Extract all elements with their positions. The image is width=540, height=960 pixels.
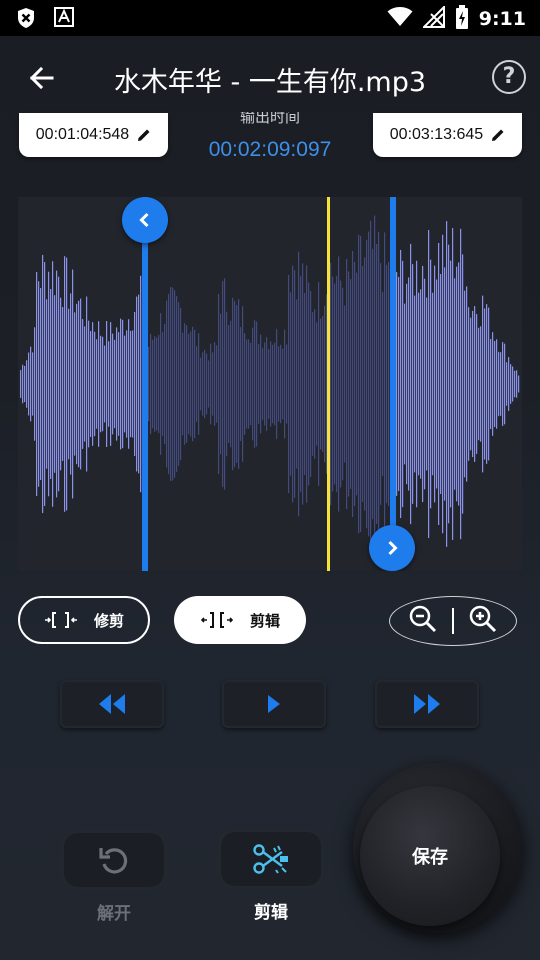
rewind-button[interactable] bbox=[60, 680, 164, 728]
zoom-controls bbox=[389, 596, 517, 646]
output-time-label: 输出时间 bbox=[239, 112, 300, 126]
clock: 9:11 bbox=[478, 8, 526, 30]
start-time-field[interactable]: 00:01:04:548 bbox=[19, 113, 168, 157]
pencil-icon bbox=[492, 129, 504, 141]
end-time-value: 00:03:13:645 bbox=[389, 126, 484, 143]
waveform bbox=[20, 215, 520, 553]
battery-charging-icon bbox=[455, 5, 469, 33]
app-bar: 水木年华 - 一生有你.mp3 ? bbox=[0, 36, 540, 120]
undo-tool[interactable]: 解开 bbox=[62, 833, 166, 924]
trim-mode-button[interactable]: 修剪 bbox=[18, 596, 150, 644]
cut-icon bbox=[200, 612, 234, 628]
trim-mode-label: 修剪 bbox=[93, 611, 124, 630]
cut-tool-label: 剪辑 bbox=[254, 903, 288, 923]
playhead[interactable] bbox=[327, 197, 330, 571]
start-handle-line[interactable] bbox=[142, 197, 148, 571]
play-button[interactable] bbox=[222, 680, 326, 728]
start-handle[interactable] bbox=[122, 197, 168, 243]
question-circle-icon: ? bbox=[502, 64, 516, 89]
shield-x-icon bbox=[16, 7, 36, 33]
cut-tool[interactable]: 剪辑 bbox=[219, 832, 323, 923]
zoom-divider bbox=[452, 608, 454, 634]
zoom-in-icon bbox=[469, 605, 497, 633]
output-time-value: 00:02:09:097 bbox=[208, 138, 332, 161]
undo-button[interactable] bbox=[64, 833, 164, 887]
waveform-editor[interactable] bbox=[18, 197, 522, 571]
cut-mode-label: 剪辑 bbox=[249, 611, 280, 630]
undo-icon bbox=[99, 848, 128, 874]
end-handle[interactable] bbox=[369, 525, 415, 571]
trim-icon bbox=[44, 612, 77, 628]
wifi-icon bbox=[387, 7, 413, 31]
cut-tool-button[interactable] bbox=[221, 832, 321, 886]
fast-forward-button[interactable] bbox=[375, 680, 479, 728]
play-icon bbox=[268, 695, 280, 713]
fast-forward-icon bbox=[414, 694, 440, 714]
no-signal-icon bbox=[421, 4, 445, 32]
undo-label: 解开 bbox=[97, 904, 131, 924]
zoom-in-button[interactable] bbox=[468, 604, 498, 638]
rewind-icon bbox=[99, 694, 125, 714]
status-bar: 9:11 bbox=[0, 0, 540, 36]
page-title: 水木年华 - 一生有你.mp3 bbox=[113, 67, 427, 98]
pencil-icon bbox=[138, 129, 150, 141]
end-time-field[interactable]: 00:03:13:645 bbox=[373, 113, 522, 157]
start-time-value: 00:01:04:548 bbox=[35, 126, 130, 143]
chevron-right-icon bbox=[388, 540, 398, 556]
help-button[interactable]: ? bbox=[492, 60, 526, 94]
scissors-icon bbox=[253, 844, 288, 874]
zoom-out-button[interactable] bbox=[408, 604, 438, 638]
zoom-out-icon bbox=[409, 605, 437, 633]
end-handle-line[interactable] bbox=[390, 197, 396, 571]
chevron-left-icon bbox=[139, 212, 149, 228]
cut-mode-button[interactable]: 剪辑 bbox=[174, 596, 306, 644]
font-a-icon bbox=[54, 7, 74, 33]
save-button[interactable]: 保存 bbox=[360, 786, 500, 926]
